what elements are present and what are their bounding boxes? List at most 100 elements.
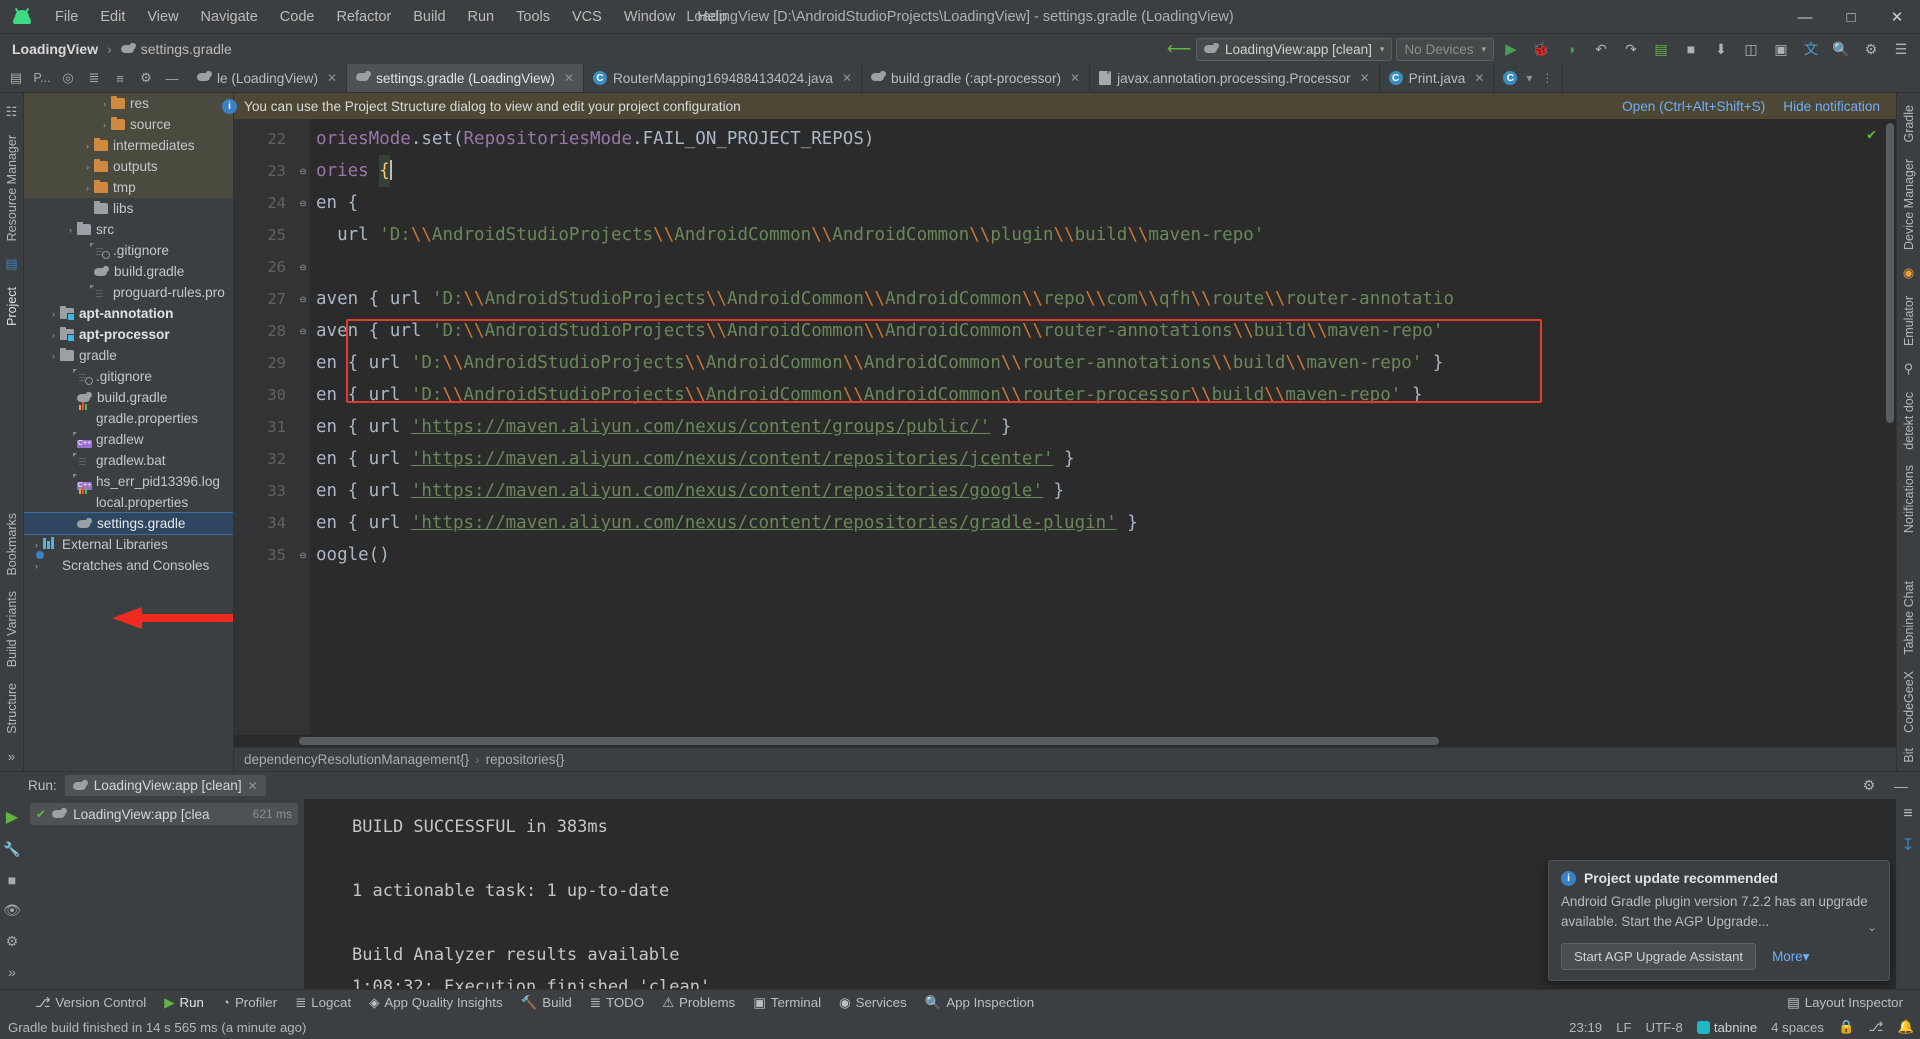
minimize-button[interactable]: — (1782, 0, 1828, 34)
bottom-tab-app-quality-insights[interactable]: ◈ App Quality Insights (360, 992, 512, 1014)
maximize-button[interactable]: □ (1828, 0, 1874, 34)
settings-icon[interactable]: ⚙ (6, 933, 19, 950)
wrap-lines-icon[interactable]: ≡ (1903, 805, 1912, 823)
tree-item-outputs[interactable]: › outputs (24, 156, 233, 177)
bottom-tab-run[interactable]: ▶ Run (155, 992, 213, 1014)
start-agp-upgrade-assistant-button[interactable]: Start AGP Upgrade Assistant (1561, 943, 1757, 970)
fold-toggle-icon[interactable]: ⊖ (296, 539, 310, 571)
tree-item-src[interactable]: › src (24, 219, 233, 240)
expand-chevron-icon[interactable]: › (47, 309, 60, 319)
tree-item-source[interactable]: › source (24, 114, 233, 135)
expand-chevron-icon[interactable]: › (98, 99, 111, 109)
expand-chevron-icon[interactable]: › (98, 120, 111, 130)
close-icon[interactable]: ✕ (842, 71, 852, 85)
expand-chevron-icon[interactable]: › (47, 330, 60, 340)
tabnine-status[interactable]: tabnine (1696, 1020, 1757, 1035)
menu-item-tools[interactable]: Tools (505, 5, 561, 29)
device-file-explorer-icon[interactable]: ◫ (1738, 37, 1764, 61)
tab-settings-icon[interactable]: ⚙ (134, 66, 158, 90)
code-line[interactable]: oriesMode.set(RepositoriesMode.FAIL_ON_P… (310, 123, 1896, 155)
filter-icon[interactable]: 👁 (3, 902, 21, 919)
file-encoding[interactable]: UTF-8 (1646, 1020, 1683, 1035)
sidebar-item-notifications[interactable]: Notifications (1902, 457, 1916, 541)
close-icon[interactable]: ✕ (327, 71, 337, 85)
sidebar-item-device-manager[interactable]: Device Manager (1902, 151, 1916, 258)
bottom-tab-profiler[interactable]: ◔ Profiler (213, 992, 286, 1013)
tree-item-intermediates[interactable]: › intermediates (24, 135, 233, 156)
tree-item-external-libraries[interactable]: › External Libraries (24, 534, 233, 555)
sidebar-item-detekt[interactable]: detekt doc (1902, 384, 1916, 458)
code-line[interactable]: ories { (310, 155, 1896, 187)
breadcrumb-file[interactable]: settings.gradle (141, 41, 232, 57)
collapse-all-icon[interactable]: ≣ (82, 66, 106, 90)
code-line[interactable]: url 'D:\\AndroidStudioProjects\\AndroidC… (310, 219, 1896, 251)
tab-list-icon[interactable]: ⋮ (1541, 71, 1553, 85)
project-update-popup[interactable]: i Project update recommended Android Gra… (1548, 860, 1890, 981)
more-tool-windows-icon[interactable]: » (8, 742, 15, 771)
avd-manager-icon[interactable]: ▤ (1648, 37, 1674, 61)
tab-print-java[interactable]: C Print.java ✕ (1380, 64, 1495, 92)
tree-item-libs[interactable]: › libs (24, 198, 233, 219)
menu-item-refactor[interactable]: Refactor (325, 5, 402, 29)
run-configuration-selector[interactable]: LoadingView:app [clean] ▾ (1196, 37, 1393, 61)
sdk-manager-icon[interactable]: ⬇ (1708, 37, 1734, 61)
profile-button[interactable]: ◑ (1558, 37, 1584, 61)
tree-item-apt-annotation[interactable]: › apt-annotation (24, 303, 233, 324)
sidebar-item-structure[interactable]: Structure (5, 675, 19, 742)
menu-item-edit[interactable]: Edit (89, 5, 136, 29)
run-task-tree[interactable]: ✔ LoadingView:app [clea 621 ms (24, 799, 304, 989)
lock-icon[interactable]: 🔒 (1838, 1019, 1854, 1035)
code-line[interactable]: en { url 'https://maven.aliyun.com/nexus… (310, 475, 1896, 507)
bottom-tab-terminal[interactable]: ▣ Terminal (744, 992, 830, 1014)
tab-overflow[interactable]: C ▾ ⋮ (1494, 64, 1564, 92)
bottom-tab-app-inspection[interactable]: 🔍 App Inspection (916, 992, 1044, 1014)
tab-build-gradle-apt-processor[interactable]: build.gradle (:apt-processor) ✕ (862, 64, 1091, 92)
expand-chevron-icon[interactable]: › (30, 540, 43, 550)
tree-item-build-gradle[interactable]: › build.gradle (24, 261, 233, 282)
code-line[interactable]: aven { url 'D:\\AndroidStudioProjects\\A… (310, 283, 1896, 315)
code-line[interactable]: en { url 'D:\\AndroidStudioProjects\\And… (310, 347, 1896, 379)
bottom-tab-build[interactable]: 🔨 Build (512, 992, 581, 1014)
expand-chevron-icon[interactable]: › (47, 351, 60, 361)
tab-routermapping-java[interactable]: C RouterMapping1694884134024.java ✕ (584, 64, 862, 92)
menu-item-vcs[interactable]: VCS (561, 5, 613, 29)
hide-run-panel-icon[interactable]: — (1888, 774, 1914, 798)
branch-icon[interactable]: ⎇ (1868, 1019, 1883, 1035)
sidebar-item-gradle[interactable]: Gradle (1902, 97, 1916, 151)
sidebar-item-tabnine-chat[interactable]: Tabnine Chat (1902, 573, 1916, 663)
tree-item-gradlew-bat[interactable]: › gradlew.bat (24, 450, 233, 471)
tree-item-proguard-rules-pro[interactable]: › proguard-rules.pro (24, 282, 233, 303)
search-icon[interactable]: 🔍 (1828, 37, 1854, 61)
tree-item-tmp[interactable]: › tmp (24, 177, 233, 198)
fold-toggle-icon[interactable]: ⊖ (296, 315, 310, 347)
close-icon[interactable]: ✕ (1360, 71, 1370, 85)
tree-item-res[interactable]: › res (24, 93, 233, 114)
bottom-tab-version-control[interactable]: ⎇ Version Control (26, 992, 155, 1014)
run-settings-gear-icon[interactable]: ⚙ (1856, 774, 1882, 798)
run-session-tab[interactable]: LoadingView:app [clean] ✕ (64, 775, 266, 796)
expand-chevron-icon[interactable]: › (81, 183, 94, 193)
expand-all-icon[interactable]: ≡ (108, 66, 132, 90)
tree-item-hs-err-pid13396-log[interactable]: ›C++hs_err_pid13396.log (24, 471, 233, 492)
tree-item-gitignore[interactable]: › .gitignore (24, 366, 233, 387)
code-line[interactable]: aven { url 'D:\\AndroidStudioProjects\\A… (310, 315, 1896, 347)
code-line[interactable]: en { url 'https://maven.aliyun.com/nexus… (310, 411, 1896, 443)
tree-item-gradle-properties[interactable]: › gradle.properties (24, 402, 233, 429)
sidebar-item-bit[interactable]: Bit (1902, 740, 1916, 771)
code-folding-column[interactable]: ⊖ ⊖ ⊖ ⊖ ⊖ ⊖ (296, 119, 310, 735)
sidebar-item-project[interactable]: Project (5, 279, 19, 334)
redo-icon[interactable]: ↷ (1618, 37, 1644, 61)
menu-item-build[interactable]: Build (402, 5, 456, 29)
more-options-icon[interactable]: ☰ (1888, 37, 1914, 61)
fold-toggle-icon[interactable]: ⊖ (296, 155, 310, 187)
code-content[interactable]: oriesMode.set(RepositoriesMode.FAIL_ON_P… (310, 119, 1896, 735)
bottom-tab-problems[interactable]: ⚠ Problems (653, 992, 744, 1014)
close-icon[interactable]: ✕ (248, 779, 258, 793)
stop-button[interactable]: ■ (1678, 37, 1704, 61)
emulator-icon[interactable]: ◉ (1903, 258, 1914, 288)
menu-item-file[interactable]: File (44, 5, 89, 29)
open-project-structure-link[interactable]: Open (Ctrl+Alt+Shift+S) (1622, 99, 1765, 114)
project-tool-icon[interactable]: ▤ (5, 249, 17, 279)
bottom-tab-todo[interactable]: ≣ TODO (581, 992, 653, 1014)
expand-chevron-icon[interactable]: › (81, 162, 94, 172)
